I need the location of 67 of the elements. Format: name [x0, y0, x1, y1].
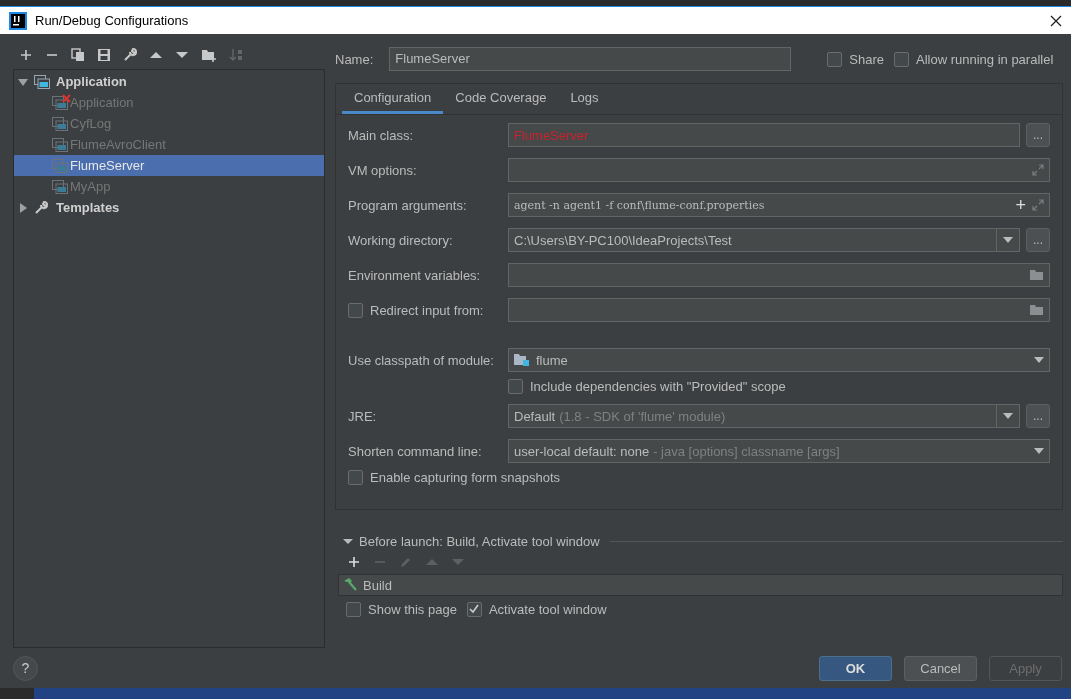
field-label: Environment variables:	[348, 267, 481, 283]
app-logo-icon	[9, 11, 27, 30]
field-label: Working directory:	[348, 232, 453, 248]
checkbox[interactable]: Redirect input from:	[348, 302, 484, 318]
field-label: Use classpath of module:	[348, 352, 494, 368]
application-icon	[52, 158, 70, 173]
field-label: Main class:	[348, 127, 414, 143]
application-icon	[52, 179, 70, 194]
expand-arrow-icon[interactable]	[18, 202, 28, 213]
browse-button[interactable]: ...	[1026, 123, 1050, 147]
checkbox[interactable]: Activate tool window	[466, 601, 607, 617]
input-field[interactable]	[508, 158, 1050, 182]
application-icon	[52, 95, 70, 110]
add-icon[interactable]: +	[1015, 196, 1026, 214]
add-icon[interactable]	[19, 48, 33, 62]
application-icon	[34, 74, 50, 89]
module-folder-icon	[514, 353, 530, 367]
combo-box[interactable]: Default (1.8 - SDK of 'flume' module)	[508, 404, 1020, 428]
save-icon[interactable]	[97, 48, 111, 62]
application-icon	[52, 116, 70, 131]
tab[interactable]: Configuration	[342, 84, 444, 114]
tab[interactable]: Logs	[558, 84, 611, 114]
expand-arrow-icon[interactable]	[18, 76, 28, 87]
checkbox[interactable]: Share	[827, 51, 884, 67]
folder-icon[interactable]	[1030, 304, 1044, 316]
name-field[interactable]: FlumeServer	[389, 47, 792, 71]
wrench-icon[interactable]	[123, 48, 137, 62]
copy-icon[interactable]	[71, 48, 85, 62]
tree-group[interactable]: Application	[56, 74, 127, 89]
close-icon[interactable]	[1050, 14, 1062, 27]
hammer-icon	[342, 578, 358, 592]
dialog-button[interactable]: OK	[819, 655, 892, 681]
help-button[interactable]: ?	[13, 655, 38, 681]
add-icon[interactable]	[348, 556, 360, 568]
input-field[interactable]	[508, 298, 1050, 322]
dropdown[interactable]: flume	[508, 348, 1050, 372]
dropdown[interactable]: user-local default: none - java [options] classname [args]	[508, 439, 1050, 463]
window-title: Run/Debug Configurations	[35, 13, 190, 28]
task-label: Build	[363, 577, 392, 593]
checkbox[interactable]: Include dependencies with "Provided" scope	[508, 378, 786, 394]
field-label: JRE:	[348, 408, 377, 424]
dialog-button[interactable]: Cancel	[904, 655, 977, 681]
input-field[interactable]	[508, 263, 1050, 287]
browse-button[interactable]: ...	[1026, 404, 1050, 428]
wrench-icon	[34, 200, 50, 215]
collapse-arrow-icon[interactable]	[343, 536, 353, 546]
tab[interactable]: Code Coverage	[443, 84, 559, 114]
new-folder-icon[interactable]	[201, 48, 217, 62]
folder-icon[interactable]	[1030, 269, 1044, 281]
application-icon	[52, 137, 70, 152]
input-field[interactable]: agent -n agent1 -f conf\flume-conf.properties +	[508, 193, 1050, 217]
checkbox[interactable]: Enable capturing form snapshots	[348, 469, 561, 485]
dropdown-arrow-icon[interactable]	[1034, 357, 1044, 363]
checkbox[interactable]: Show this page	[346, 601, 457, 617]
check-icon	[469, 604, 480, 614]
name-label: Name:	[335, 51, 374, 67]
combo-box[interactable]: C:\Users\BY-PC100\IdeaProjects\Test	[508, 228, 1020, 252]
field-label: Program arguments:	[348, 197, 467, 213]
field-label: VM options:	[348, 162, 417, 178]
task-item[interactable]: Build	[338, 574, 1063, 596]
checkbox[interactable]: Allow running in parallel	[894, 51, 1054, 67]
tree-item[interactable]: FlumeServer	[14, 155, 324, 176]
browse-button[interactable]: ...	[1026, 228, 1050, 252]
section-title[interactable]: Before launch: Build, Activate tool window	[359, 533, 600, 549]
field-label: Shorten command line:	[348, 443, 482, 459]
tree-group[interactable]: Templates	[56, 200, 120, 215]
dropdown-arrow-icon[interactable]	[1034, 448, 1044, 454]
